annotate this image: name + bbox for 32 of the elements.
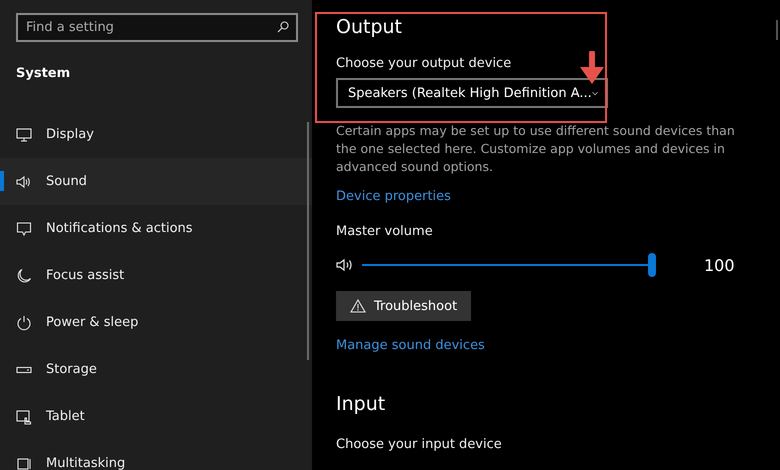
field-label: Choose your output device	[336, 56, 512, 71]
sidebar-item[interactable]: Multitasking	[0, 440, 312, 470]
sidebar-item[interactable]: Power & sleep	[0, 299, 312, 346]
warning-icon	[350, 299, 366, 313]
slider-thumb[interactable]	[648, 253, 656, 277]
chevron-down-icon	[592, 90, 598, 96]
sidebar-item[interactable]: Sound	[0, 158, 312, 205]
monitor-icon	[16, 126, 32, 142]
volume-value: 100	[704, 256, 735, 274]
sidebar-item[interactable]: Notifications & actions	[0, 205, 312, 252]
troubleshoot-button[interactable]: Troubleshoot	[336, 291, 472, 321]
section-heading: Input	[336, 393, 386, 415]
search-icon	[277, 21, 289, 33]
moon-icon	[16, 268, 32, 284]
speech-bubble-icon	[16, 220, 32, 236]
description-text: Certain apps may be set up to use different sound devices than the one selected here. Customize app volumes and devices in advanced sound options.	[336, 122, 736, 176]
device-dropdown[interactable]: Speakers (Realtek High Definition A...	[336, 78, 608, 108]
section-heading: Output	[336, 16, 403, 38]
manage-devices-link[interactable]: Manage sound devices	[336, 338, 485, 353]
search-field[interactable]: Find a setting	[16, 13, 298, 42]
sidebar-item[interactable]: Focus assist	[0, 252, 312, 299]
sidebar-item[interactable]: Storage	[0, 346, 312, 393]
device-properties-link[interactable]: Device properties	[336, 189, 451, 204]
field-label: Choose your input device	[336, 437, 503, 452]
sidebar-item[interactable]: Display	[0, 111, 312, 158]
power-icon	[16, 314, 32, 330]
sidebar-item[interactable]: Tablet	[0, 393, 312, 440]
speaker-icon	[16, 174, 32, 190]
section-title: System	[16, 66, 72, 81]
down-arrow-icon	[578, 51, 606, 85]
volume-label: Master volume	[336, 224, 434, 239]
tablet-icon	[16, 408, 32, 424]
